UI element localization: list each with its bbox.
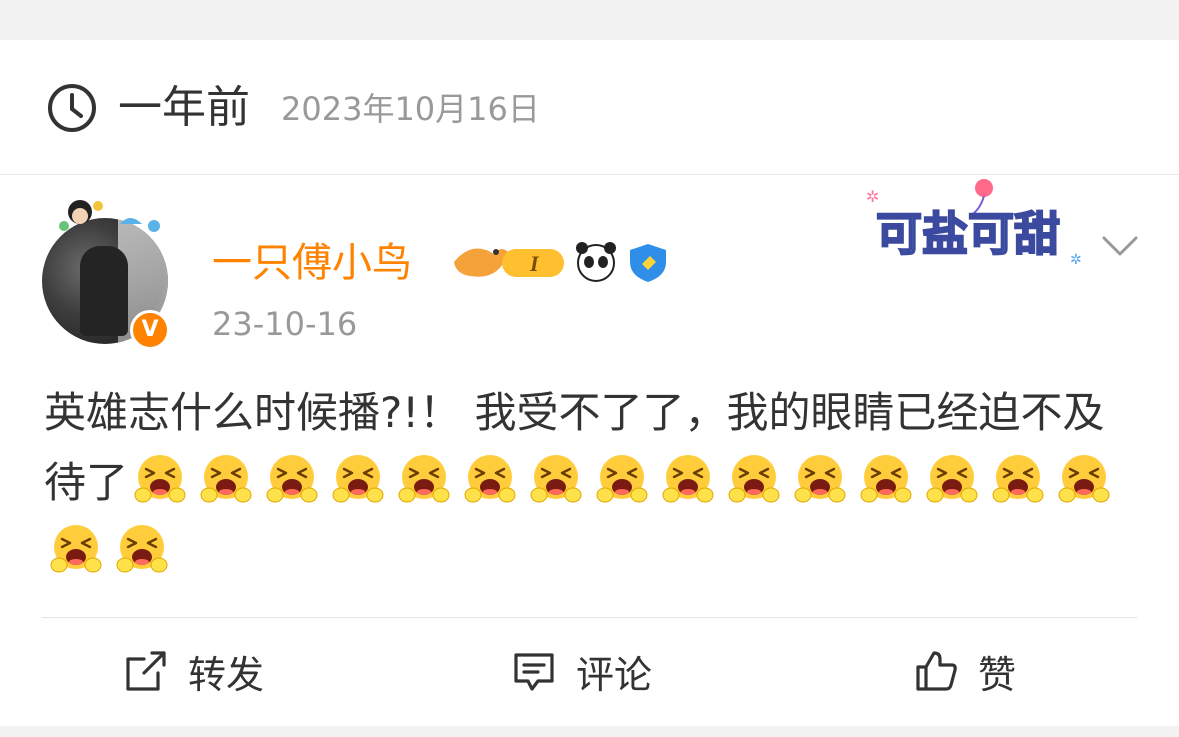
post-date: 23-10-16 bbox=[212, 305, 358, 343]
like-button[interactable]: 赞 bbox=[914, 641, 1016, 701]
level-bird-badge-icon: I bbox=[454, 242, 666, 282]
avatar[interactable]: V bbox=[42, 196, 170, 350]
crying-emoji bbox=[1058, 453, 1110, 505]
crying-emoji bbox=[200, 453, 252, 505]
like-label: 赞 bbox=[978, 652, 1017, 697]
username[interactable]: 一只傅小鸟 bbox=[212, 236, 412, 290]
crying-emoji bbox=[794, 453, 846, 505]
crying-emoji bbox=[530, 453, 582, 505]
svg-text:✲: ✲ bbox=[866, 187, 879, 206]
bottom-gap bbox=[0, 726, 1179, 737]
emoji-list bbox=[44, 455, 1118, 577]
svg-text:✲: ✲ bbox=[1070, 252, 1082, 268]
crying-emoji bbox=[926, 453, 978, 505]
crying-emoji bbox=[596, 453, 648, 505]
crying-emoji bbox=[992, 453, 1044, 505]
comment-label: 评论 bbox=[576, 652, 653, 697]
crying-emoji bbox=[116, 523, 168, 575]
sticker-text: 可盐可甜 bbox=[876, 207, 1060, 261]
verified-badge: V bbox=[130, 310, 170, 350]
crying-emoji bbox=[728, 453, 780, 505]
post-text: 英雄志什么时候播?!！ 我受不了了，我的眼睛已经迫不及待了 bbox=[44, 378, 1144, 588]
repost-label: 转发 bbox=[188, 652, 265, 697]
avatar-decoration-icon bbox=[59, 200, 160, 232]
sticker-icon[interactable]: 可盐可甜 ✲ ✲ bbox=[862, 178, 1092, 270]
top-gap bbox=[0, 0, 1179, 40]
divider bbox=[42, 617, 1137, 618]
absolute-date: 2023年10月16日 bbox=[281, 90, 540, 128]
crying-emoji bbox=[464, 453, 516, 505]
crying-emoji bbox=[50, 523, 102, 575]
crying-emoji bbox=[134, 453, 186, 505]
relative-time: 一年前 bbox=[118, 82, 250, 133]
crying-emoji bbox=[860, 453, 912, 505]
user-badges: I bbox=[452, 238, 672, 286]
repost-button[interactable]: 转发 bbox=[124, 641, 264, 701]
crying-emoji bbox=[332, 453, 384, 505]
chevron-down-icon[interactable] bbox=[1100, 230, 1140, 260]
thumbs-up-icon bbox=[916, 651, 957, 691]
crying-emoji bbox=[662, 453, 714, 505]
clock-icon bbox=[48, 84, 96, 132]
level-text: I bbox=[529, 251, 540, 276]
comment-button[interactable]: 评论 bbox=[512, 641, 652, 701]
crying-emoji bbox=[398, 453, 450, 505]
repost-icon bbox=[126, 651, 166, 691]
crying-emoji bbox=[266, 453, 318, 505]
time-header: 一年前 2023年10月16日 bbox=[0, 40, 1179, 175]
comment-icon bbox=[514, 653, 554, 691]
